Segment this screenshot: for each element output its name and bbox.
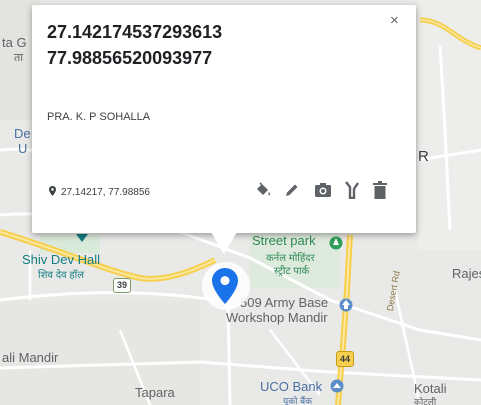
latitude-text: 27.142174537293613 — [47, 22, 223, 42]
map-label-kotali-hindi: कोटली — [414, 397, 437, 405]
map-label-street-park-hindi-2: स्ट्रीट पार्क — [274, 266, 310, 277]
map-label-workshop-mandir: Workshop Mandir — [226, 310, 328, 325]
map-label-army-base[interactable]: 509 Army Base — [240, 295, 328, 310]
directions-icon[interactable] — [342, 180, 362, 200]
map-label-left-mid-2: U — [18, 141, 28, 156]
paint-bucket-icon[interactable] — [253, 180, 273, 200]
map-label-top-left: ta G — [2, 35, 27, 50]
location-marker-icon[interactable] — [212, 268, 238, 309]
map-label-ali-mandir: ali Mandir — [2, 350, 59, 365]
route-shield-39: 39 — [113, 278, 131, 293]
place-name: PRA. K. P SOHALLA — [47, 111, 151, 123]
map-label-street-park-hindi-1: कर्नल मोहिंदर — [266, 253, 315, 264]
map-label-uco-bank-hindi: यूको बैंक — [283, 396, 313, 405]
map-label-street-park[interactable]: Street park — [252, 234, 316, 248]
latlng-row: 27.14217, 77.98856 — [49, 186, 150, 199]
popup-pointer — [211, 232, 237, 254]
map-label-shiv-dev-hall[interactable]: Shiv Dev Hall — [22, 252, 100, 267]
map-label-rajes: Rajes — [452, 266, 481, 281]
map-label-top-left-hindi: ता — [14, 52, 24, 64]
longitude-text: 77.98856520093977 — [47, 48, 213, 68]
route-shield-44: 44 — [336, 351, 354, 367]
location-pin-icon — [49, 186, 56, 199]
trash-icon[interactable] — [370, 180, 390, 200]
latlng-short-text: 27.14217, 77.98856 — [61, 187, 150, 198]
close-button[interactable]: × — [390, 12, 399, 29]
location-info-card: 27.142174537293613 77.98856520093977 × P… — [32, 5, 416, 233]
map-label-uco-bank[interactable]: UCO Bank — [260, 380, 322, 394]
map-label-kotali: Kotali — [414, 381, 447, 396]
map-label-shiv-dev-hall-hindi: शिव देव हॉल — [38, 270, 85, 281]
camera-icon[interactable] — [313, 180, 333, 200]
pencil-icon[interactable] — [282, 180, 302, 200]
map-label-right-mid: R — [418, 148, 429, 165]
map-label-left-mid: De — [14, 126, 31, 141]
map-canvas[interactable]: ta G ता De U R Shiv Dev Hall शिव देव हॉल… — [0, 0, 481, 405]
map-label-tapara: Tapara — [135, 385, 175, 400]
